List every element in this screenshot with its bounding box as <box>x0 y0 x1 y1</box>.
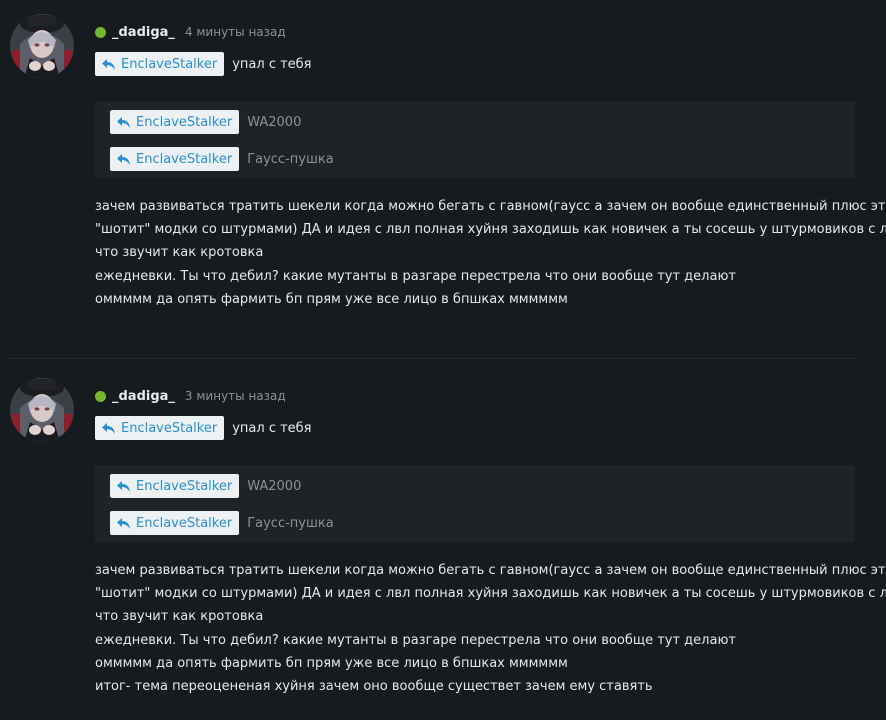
comment-feed: _dadiga_ 4 минуты назад EnclaveStalker у… <box>0 0 886 720</box>
quote-block: EnclaveStalker WA2000 EnclaveStalker Гау… <box>95 101 855 178</box>
comment-line: что звучит как кротовка <box>95 245 264 261</box>
quote-text: Гаусс-пушка <box>247 515 334 531</box>
avatar[interactable] <box>10 14 74 78</box>
avatar-image <box>10 378 74 442</box>
comment-body: зачем развиваться тратить шекели когда м… <box>95 195 886 311</box>
reply-line: EnclaveStalker упал с тебя <box>95 52 312 76</box>
reply-user-chip[interactable]: EnclaveStalker <box>95 416 225 440</box>
quote-user-label: EnclaveStalker <box>136 114 233 130</box>
online-status-icon <box>95 390 106 402</box>
comment-line: зачем развиваться тратить шекели когда м… <box>95 199 886 214</box>
comment-body: зачем развиваться тратить шекели когда м… <box>95 559 886 698</box>
quote-row: EnclaveStalker Гаусс-пушка <box>110 147 334 171</box>
quote-text: WA2000 <box>247 114 302 130</box>
reply-arrow-icon <box>116 116 131 129</box>
comment-post: _dadiga_ 3 минуты назад EnclaveStalker у… <box>0 378 886 718</box>
reply-arrow-icon <box>116 480 131 493</box>
username[interactable]: _dadiga_ <box>112 25 175 40</box>
reply-user-label: EnclaveStalker <box>121 420 218 436</box>
reply-arrow-icon <box>116 153 131 166</box>
comment-line: что звучит как кротовка <box>95 609 264 625</box>
quote-user-chip[interactable]: EnclaveStalker <box>110 110 240 134</box>
timestamp[interactable]: 3 минуты назад <box>185 389 286 403</box>
quote-user-label: EnclaveStalker <box>136 478 233 494</box>
divider <box>10 358 855 359</box>
reply-user-label: EnclaveStalker <box>121 56 218 72</box>
reply-line: EnclaveStalker упал с тебя <box>95 416 312 440</box>
quote-user-label: EnclaveStalker <box>136 151 233 167</box>
comment-post: _dadiga_ 4 минуты назад EnclaveStalker у… <box>0 14 886 354</box>
reply-arrow-icon <box>116 517 131 530</box>
timestamp[interactable]: 4 минуты назад <box>185 25 286 39</box>
quote-user-label: EnclaveStalker <box>136 515 233 531</box>
reply-text: упал с тебя <box>232 420 312 436</box>
avatar[interactable] <box>10 378 74 442</box>
quote-row: EnclaveStalker Гаусс-пушка <box>110 511 334 535</box>
comment-line: зачем развиваться тратить шекели когда м… <box>95 563 886 578</box>
comment-line: ежедневки. Ты что дебил? какие мутанты в… <box>95 632 736 648</box>
reply-user-chip[interactable]: EnclaveStalker <box>95 52 225 76</box>
quote-user-chip[interactable]: EnclaveStalker <box>110 474 240 498</box>
avatar-image <box>10 14 74 78</box>
quote-text: WA2000 <box>247 478 302 494</box>
comment-line: ежедневки. Ты что дебил? какие мутанты в… <box>95 268 736 284</box>
reply-arrow-icon <box>101 422 116 435</box>
quote-text: Гаусс-пушка <box>247 151 334 167</box>
reply-text: упал с тебя <box>232 56 312 72</box>
quote-user-chip[interactable]: EnclaveStalker <box>110 511 240 535</box>
comment-line: "шотит" модки со штурмами) ДА и идея с л… <box>95 222 886 238</box>
quote-row: EnclaveStalker WA2000 <box>110 110 301 134</box>
comment-header: _dadiga_ 4 минуты назад <box>95 22 286 42</box>
quote-block: EnclaveStalker WA2000 EnclaveStalker Гау… <box>95 465 855 542</box>
comment-line: "шотит" модки со штурмами) ДА и идея с л… <box>95 586 886 602</box>
quote-row: EnclaveStalker WA2000 <box>110 474 301 498</box>
quote-user-chip[interactable]: EnclaveStalker <box>110 147 240 171</box>
comment-line: оммммм да опять фармить бп прям уже все … <box>95 291 568 307</box>
comment-line: итог- тема переоцененая хуйня зачем оно … <box>95 679 653 695</box>
online-status-icon <box>95 26 106 38</box>
username[interactable]: _dadiga_ <box>112 389 175 404</box>
comment-line: оммммм да опять фармить бп прям уже все … <box>95 655 568 671</box>
comment-header: _dadiga_ 3 минуты назад <box>95 386 286 406</box>
reply-arrow-icon <box>101 58 116 71</box>
